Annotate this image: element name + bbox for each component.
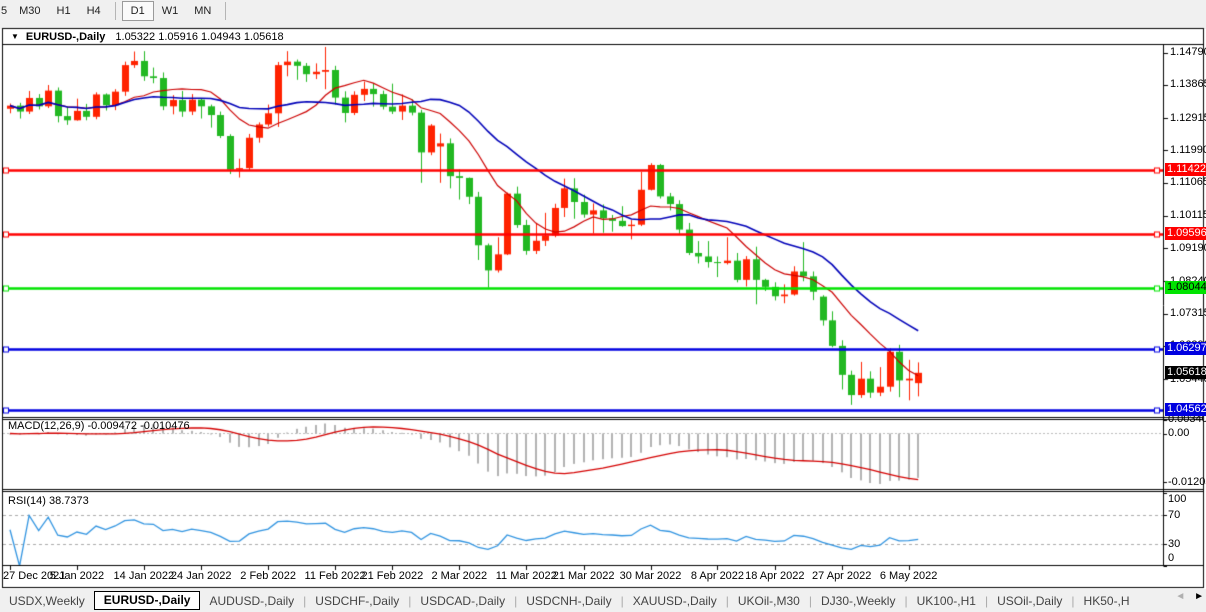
tab-scroll-left-icon[interactable]: ◄ bbox=[1175, 591, 1185, 602]
tab-scroll-arrows: ◄ ► bbox=[1172, 591, 1204, 602]
chart-canvas[interactable] bbox=[0, 0, 1206, 612]
trading-terminal: 5M30H1H4D1W1MN ▼ EURUSD-,Daily 1.05322 1… bbox=[0, 0, 1206, 612]
tab-scroll-right-icon[interactable]: ► bbox=[1194, 591, 1204, 602]
